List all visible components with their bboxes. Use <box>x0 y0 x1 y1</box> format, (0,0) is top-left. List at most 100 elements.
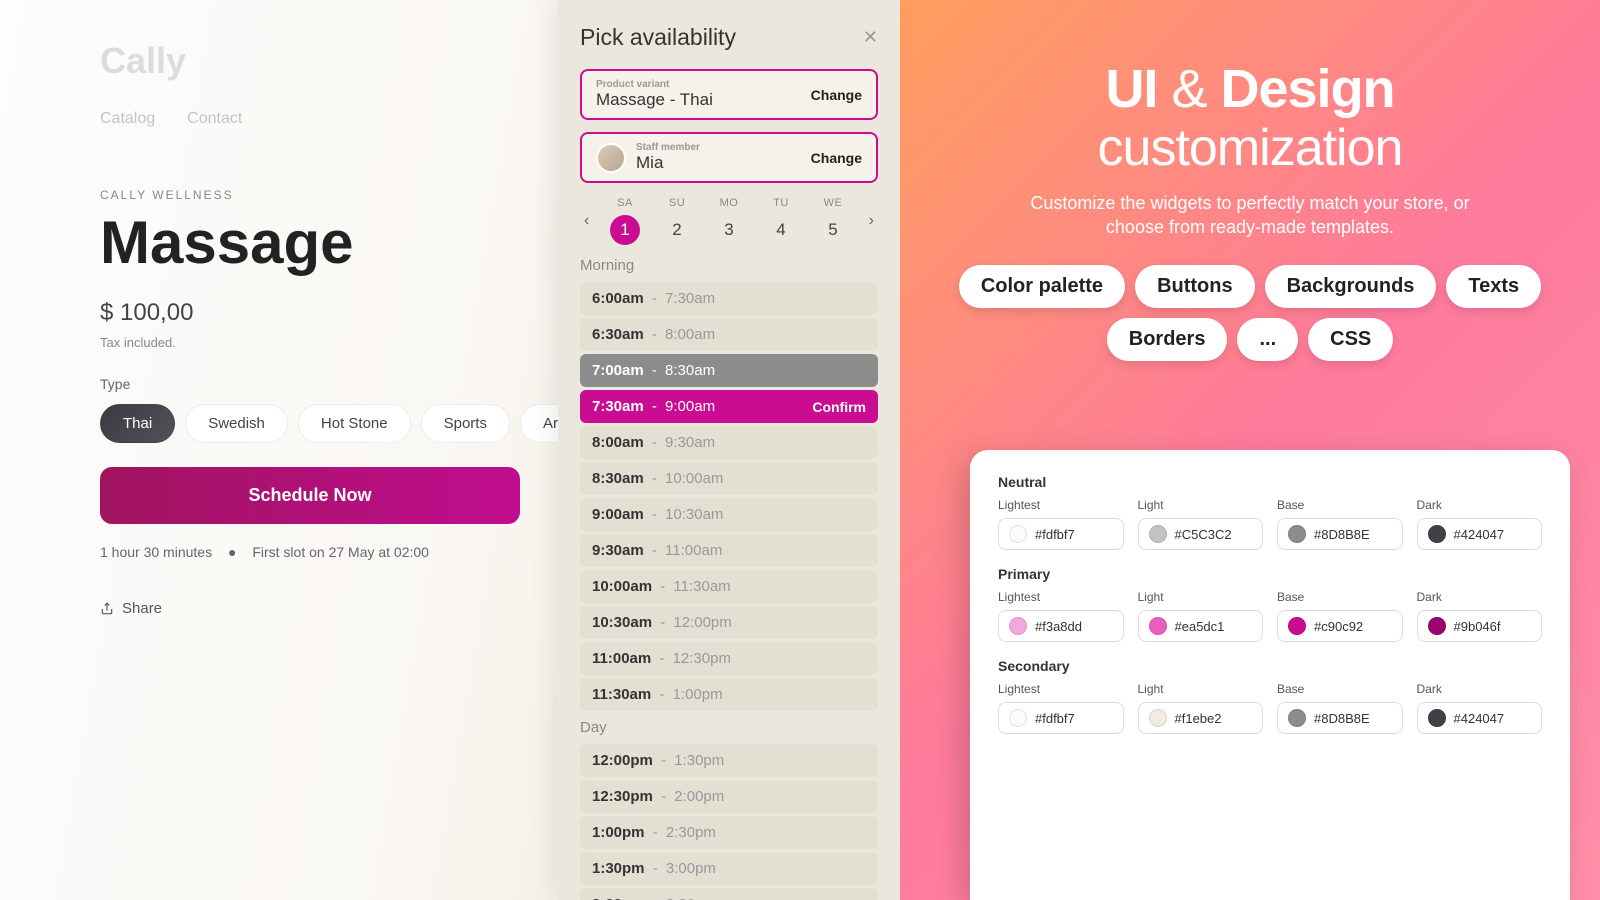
variant-field-value: Massage - Thai <box>596 90 713 110</box>
color-input[interactable]: #ea5dc1 <box>1138 610 1264 642</box>
feature-pill: Backgrounds <box>1265 265 1437 308</box>
schedule-now-button[interactable]: Schedule Now <box>100 467 520 524</box>
color-hex: #8D8B8E <box>1314 527 1370 542</box>
promo-subtext: Customize the widgets to perfectly match… <box>1030 191 1470 240</box>
color-input[interactable]: #f1ebe2 <box>1138 702 1264 734</box>
time-slot[interactable]: 6:30am - 8:00am <box>580 318 878 351</box>
feature-pill: Buttons <box>1135 265 1255 308</box>
chip-sports[interactable]: Sports <box>421 404 510 443</box>
palette-shade-label: Light <box>1138 682 1264 696</box>
promo-panel: UI & Design customization Customize the … <box>900 0 1600 900</box>
staff-member-field[interactable]: Staff member Mia Change <box>580 132 878 183</box>
time-slot[interactable]: 2:00pm - 3:30pm <box>580 888 878 900</box>
palette-shade-label: Lightest <box>998 498 1124 512</box>
time-slot[interactable]: 1:00pm - 2:30pm <box>580 816 878 849</box>
confirm-button[interactable]: Confirm <box>812 399 866 415</box>
calendar-date-num: 1 <box>610 215 640 245</box>
variant-field-label: Product variant <box>596 79 713 90</box>
color-input[interactable]: #c90c92 <box>1277 610 1403 642</box>
palette-shade-label: Lightest <box>998 682 1124 696</box>
color-input[interactable]: #9b046f <box>1417 610 1543 642</box>
calendar-day[interactable]: MO3 <box>714 197 744 245</box>
promo-heading: UI & Design customization <box>950 60 1550 177</box>
time-slot[interactable]: 12:00pm - 1:30pm <box>580 744 878 777</box>
color-input[interactable]: #f3a8dd <box>998 610 1124 642</box>
palette-group-title: Neutral <box>998 474 1542 490</box>
calendar-date-num: 5 <box>818 215 848 245</box>
color-input[interactable]: #8D8B8E <box>1277 518 1403 550</box>
feature-pill: Texts <box>1446 265 1541 308</box>
color-swatch <box>1009 617 1027 635</box>
calendar-date-num: 3 <box>714 215 744 245</box>
nav-contact[interactable]: Contact <box>187 110 242 128</box>
popup-title: Pick availability <box>580 24 736 51</box>
chip-swedish[interactable]: Swedish <box>185 404 288 443</box>
time-slot[interactable]: 6:00am - 7:30am <box>580 282 878 315</box>
time-slot[interactable]: 1:30pm - 3:00pm <box>580 852 878 885</box>
day-section-label: Day <box>580 719 878 736</box>
palette-shade-label: Base <box>1277 590 1403 604</box>
color-swatch <box>1428 617 1446 635</box>
prev-dates-button[interactable]: ‹ <box>580 208 593 234</box>
next-dates-button[interactable]: › <box>865 208 878 234</box>
feature-pill: Borders <box>1107 318 1228 361</box>
time-slot[interactable]: 11:30am - 1:00pm <box>580 678 878 711</box>
color-input[interactable]: #424047 <box>1417 518 1543 550</box>
calendar-date-num: 2 <box>662 215 692 245</box>
color-hex: #9b046f <box>1454 619 1501 634</box>
palette-shade-label: Base <box>1277 498 1403 512</box>
calendar-day[interactable]: TU4 <box>766 197 796 245</box>
share-label: Share <box>122 600 162 617</box>
color-input[interactable]: #424047 <box>1417 702 1543 734</box>
color-swatch <box>1009 709 1027 727</box>
color-input[interactable]: #fdfbf7 <box>998 518 1124 550</box>
color-swatch <box>1288 709 1306 727</box>
palette-shade-label: Dark <box>1417 682 1543 696</box>
color-hex: #f1ebe2 <box>1175 711 1222 726</box>
color-swatch <box>1288 525 1306 543</box>
share-icon <box>100 602 114 616</box>
staff-field-value: Mia <box>636 153 700 173</box>
calendar-day[interactable]: SU2 <box>662 197 692 245</box>
calendar-day[interactable]: SA 1 <box>610 197 640 245</box>
availability-popup: Pick availability ✕ Product variant Mass… <box>558 0 900 900</box>
date-picker: ‹ SA 1 SU2 MO3 TU4 WE 5 › <box>580 197 878 245</box>
color-swatch <box>1288 617 1306 635</box>
color-hex: #C5C3C2 <box>1175 527 1232 542</box>
time-slot[interactable]: 10:00am - 11:30am <box>580 570 878 603</box>
calendar-dow: TU <box>773 197 789 209</box>
color-hex: #fdfbf7 <box>1035 527 1075 542</box>
chip-hot-stone[interactable]: Hot Stone <box>298 404 411 443</box>
calendar-day[interactable]: WE 5 <box>818 197 848 245</box>
time-slot[interactable]: 12:30pm - 2:00pm <box>580 780 878 813</box>
duration-text: 1 hour 30 minutes <box>100 544 212 560</box>
palette-group-title: Secondary <box>998 658 1542 674</box>
time-slot[interactable]: 8:00am - 9:30am <box>580 426 878 459</box>
staff-avatar <box>596 143 626 173</box>
staff-change-button[interactable]: Change <box>811 150 862 166</box>
time-slot[interactable]: 9:00am - 10:30am <box>580 498 878 531</box>
calendar-dow: WE <box>824 197 843 209</box>
close-icon[interactable]: ✕ <box>863 27 878 48</box>
color-swatch <box>1009 525 1027 543</box>
color-swatch <box>1149 617 1167 635</box>
color-input[interactable]: #fdfbf7 <box>998 702 1124 734</box>
calendar-dow: SA <box>617 197 633 209</box>
color-hex: #424047 <box>1454 711 1505 726</box>
time-slot[interactable]: 9:30am - 11:00am <box>580 534 878 567</box>
chip-thai[interactable]: Thai <box>100 404 175 443</box>
palette-shade-label: Base <box>1277 682 1403 696</box>
time-slot[interactable]: 7:00am - 8:30am <box>580 354 878 387</box>
time-slot[interactable]: 10:30am - 12:00pm <box>580 606 878 639</box>
color-hex: #424047 <box>1454 527 1505 542</box>
time-slot[interactable]: 7:30am - 9:00amConfirm <box>580 390 878 423</box>
first-slot-text: First slot on 27 May at 02:00 <box>252 544 429 560</box>
time-slot[interactable]: 8:30am - 10:00am <box>580 462 878 495</box>
product-variant-field[interactable]: Product variant Massage - Thai Change <box>580 69 878 120</box>
nav-catalog[interactable]: Catalog <box>100 110 155 128</box>
color-input[interactable]: #8D8B8E <box>1277 702 1403 734</box>
palette-shade-label: Dark <box>1417 498 1543 512</box>
variant-change-button[interactable]: Change <box>811 87 862 103</box>
color-input[interactable]: #C5C3C2 <box>1138 518 1264 550</box>
time-slot[interactable]: 11:00am - 12:30pm <box>580 642 878 675</box>
